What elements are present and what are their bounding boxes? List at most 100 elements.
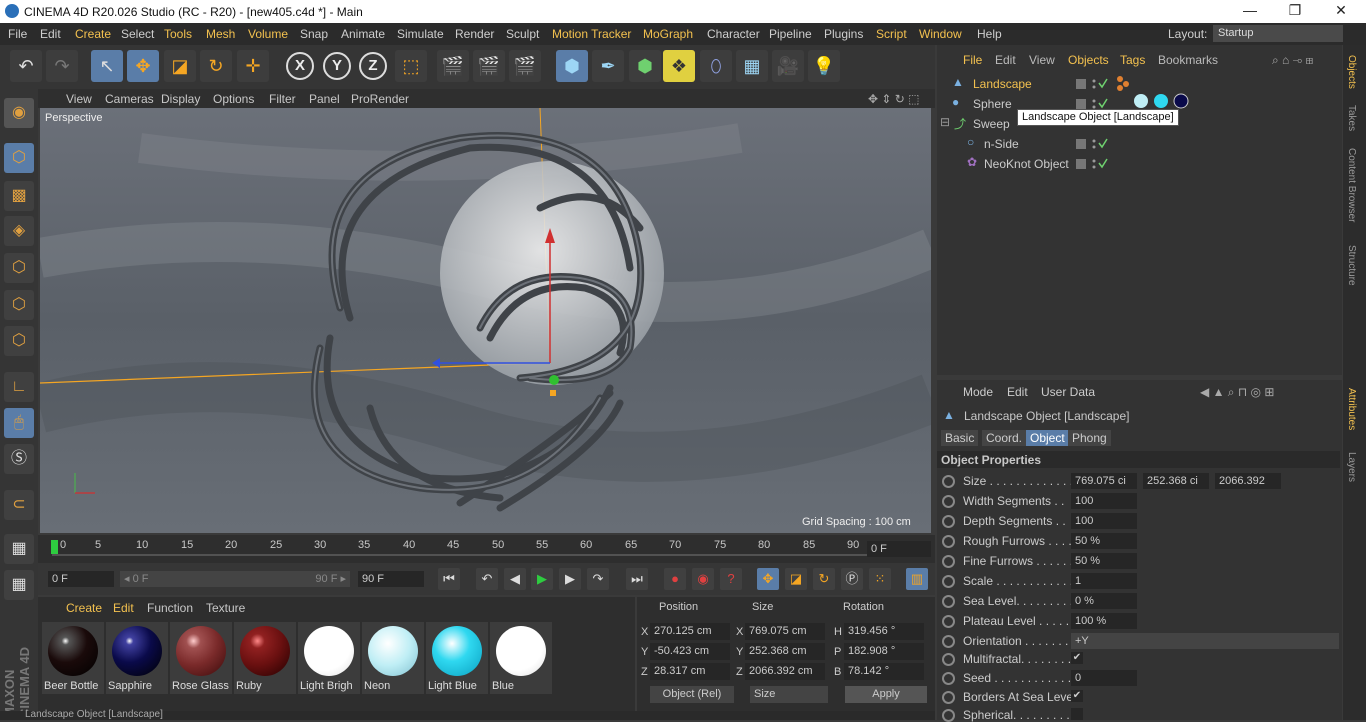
size-mode-select[interactable]: Size (750, 686, 828, 703)
menu-motion-tracker[interactable]: Motion Tracker (552, 27, 631, 41)
rotation-b-field[interactable]: 78.142 ° (844, 663, 924, 680)
workplane-mode-icon[interactable]: ◈ (4, 216, 34, 246)
tab-objects[interactable]: Objects (1346, 55, 1357, 89)
light-icon[interactable]: 💡 (808, 50, 840, 82)
menu-character[interactable]: Character (707, 27, 760, 41)
key-pla-icon[interactable]: ⁙ (869, 568, 891, 590)
y-axis-lock-button[interactable]: Y (323, 52, 351, 80)
plateau-level-field[interactable]: 100 % (1071, 613, 1137, 629)
key-rotation-icon[interactable]: ↻ (813, 568, 835, 590)
cube-icon[interactable]: ⬢ (556, 50, 588, 82)
redo-icon[interactable]: ↷ (46, 50, 78, 82)
fine-furrows-field[interactable]: 50 % (1071, 553, 1137, 569)
obj-search-icon[interactable]: ⌕ ⌂ ⊸ ⊞ (1272, 53, 1313, 68)
make-editable-icon[interactable]: ◉ (4, 98, 34, 128)
animate-icon[interactable] (942, 595, 955, 608)
model-mode-icon[interactable]: ⬡ (4, 143, 34, 173)
mat-menu-function[interactable]: Function (147, 601, 193, 615)
rotate-icon[interactable]: ↻ (200, 50, 232, 82)
material-tags[interactable] (1130, 92, 1192, 110)
sea-level-field[interactable]: 0 % (1071, 593, 1137, 609)
preview-range-slider[interactable]: ◂ 0 F 90 F ▸ (120, 571, 350, 587)
z-axis-lock-button[interactable]: Z (359, 52, 387, 80)
seed-field[interactable]: 0 (1071, 670, 1137, 686)
orientation-select[interactable]: +Y (1071, 633, 1339, 649)
play-icon[interactable]: ▶ (531, 568, 553, 590)
tab-takes[interactable]: Takes (1346, 105, 1357, 131)
borders-sea-level-checkbox[interactable]: ✔ (1071, 690, 1083, 702)
viewport-3d[interactable]: Perspective Grid Spacing : 100 cm (40, 108, 931, 533)
position-x-field[interactable]: 270.125 cm (650, 623, 730, 640)
menu-animate[interactable]: Animate (341, 27, 385, 41)
menu-mograph[interactable]: MoGraph (643, 27, 693, 41)
cloner-icon[interactable]: ❖ (663, 50, 695, 82)
go-to-start-icon[interactable]: ⏮ (438, 568, 460, 590)
viewport-menu-cameras[interactable]: Cameras (105, 92, 154, 106)
render-settings-icon[interactable]: 🎬 (509, 50, 541, 82)
deformer-icon[interactable]: ⬯ (700, 50, 732, 82)
current-frame-field[interactable]: 0 F (867, 541, 931, 557)
attr-menu-user-data[interactable]: User Data (1041, 385, 1095, 399)
previous-frame-icon[interactable]: ◀ (504, 568, 526, 590)
material-swatch[interactable]: Sapphire (106, 622, 168, 694)
menu-mesh[interactable]: Mesh (206, 27, 235, 41)
workplane-icon[interactable]: ▦ (4, 534, 34, 564)
obj-menu-bookmarks[interactable]: Bookmarks (1158, 53, 1218, 67)
apply-button[interactable]: Apply (845, 686, 927, 703)
viewport-nav-icons[interactable]: ✥ ⇕ ↻ ⬚ (868, 92, 920, 106)
tweak-mode-icon[interactable]: 🖱 (4, 408, 34, 438)
size-x-field[interactable]: 769.075 cm (745, 623, 825, 640)
size-y-field[interactable]: 252.368 ci (1143, 473, 1209, 489)
tab-content-browser[interactable]: Content Browser (1346, 148, 1357, 222)
maximize-button[interactable]: ❐ (1285, 2, 1305, 20)
animate-icon[interactable] (942, 615, 955, 628)
render-view-icon[interactable]: 🎬 (437, 50, 469, 82)
animate-icon[interactable] (942, 691, 955, 704)
material-swatch[interactable]: Ruby (234, 622, 296, 694)
polygons-mode-icon[interactable]: ⬡ (4, 326, 34, 356)
previous-key-icon[interactable]: ↶ (476, 568, 498, 590)
live-selection-icon[interactable]: ↖ (91, 50, 123, 82)
next-frame-icon[interactable]: ▶ (559, 568, 581, 590)
viewport-menu-view[interactable]: View (66, 92, 92, 106)
menu-plugins[interactable]: Plugins (824, 27, 863, 41)
attr-nav-icons[interactable]: ◀ ▲ ⌕ ⊓ ◎ ⊞ (1200, 385, 1274, 400)
animate-icon[interactable] (942, 515, 955, 528)
menu-pipeline[interactable]: Pipeline (769, 27, 812, 41)
animate-icon[interactable] (942, 575, 955, 588)
next-key-icon[interactable]: ↷ (587, 568, 609, 590)
subdivision-icon[interactable]: ⬢ (629, 50, 661, 82)
recent-tool-icon[interactable]: ✛ (237, 50, 269, 82)
animate-icon[interactable] (942, 475, 955, 488)
menu-render[interactable]: Render (455, 27, 494, 41)
keyframe-selection-icon[interactable]: ? (720, 568, 742, 590)
floor-icon[interactable]: ▦ (736, 50, 768, 82)
key-scale-icon[interactable]: ◪ (785, 568, 807, 590)
render-picture-viewer-icon[interactable]: 🎬 (473, 50, 505, 82)
object-row-nside[interactable]: ○ n-Side (940, 135, 1340, 155)
attr-menu-edit[interactable]: Edit (1007, 385, 1028, 399)
axis-mode-icon[interactable]: ∟ (4, 372, 34, 402)
tab-phong[interactable]: Phong (1068, 430, 1111, 446)
size-y-field[interactable]: 252.368 cm (745, 643, 825, 660)
obj-menu-view[interactable]: View (1029, 53, 1055, 67)
menu-tools[interactable]: Tools (164, 27, 192, 41)
viewport-menu-display[interactable]: Display (161, 92, 200, 106)
mat-menu-texture[interactable]: Texture (206, 601, 245, 615)
rotation-h-field[interactable]: 319.456 ° (844, 623, 924, 640)
depth-segments-field[interactable]: 100 (1071, 513, 1137, 529)
viewport-menu-options[interactable]: Options (213, 92, 254, 106)
viewport-menu-prorender[interactable]: ProRender (351, 92, 409, 106)
spherical-checkbox[interactable] (1071, 708, 1083, 720)
obj-menu-objects[interactable]: Objects (1068, 53, 1109, 67)
obj-menu-file[interactable]: File (963, 53, 982, 67)
menu-help[interactable]: Help (977, 27, 1002, 41)
menu-create[interactable]: Create (75, 27, 111, 41)
coordinate-system-icon[interactable]: ⬚ (395, 50, 427, 82)
rough-furrows-field[interactable]: 50 % (1071, 533, 1137, 549)
rotation-p-field[interactable]: 182.908 ° (844, 643, 924, 660)
menu-window[interactable]: Window (919, 27, 962, 41)
timeline-window-icon[interactable]: ▥ (906, 568, 928, 590)
obj-menu-tags[interactable]: Tags (1120, 53, 1145, 67)
menu-edit[interactable]: Edit (40, 27, 61, 41)
